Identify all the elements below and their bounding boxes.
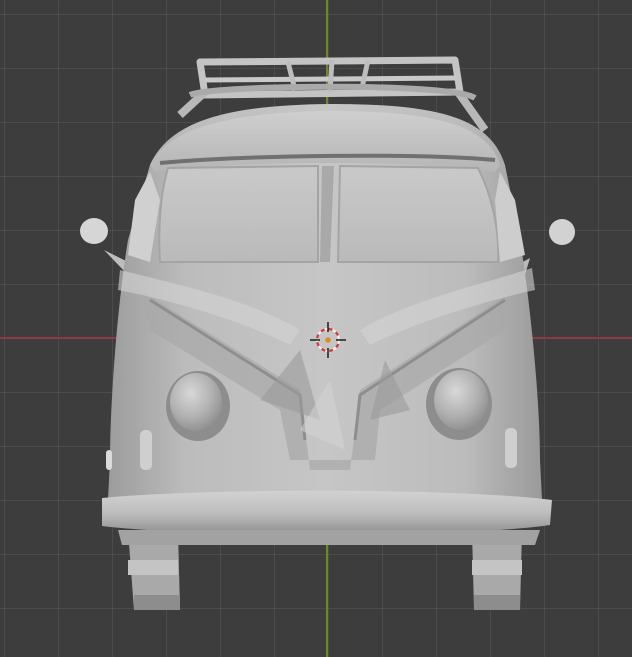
front-bumper — [102, 490, 552, 535]
windshield-left — [158, 164, 319, 263]
headlight-right — [426, 368, 492, 440]
windshield-right — [336, 164, 500, 263]
headlight-left — [166, 371, 230, 441]
3d-cursor-icon[interactable] — [310, 322, 346, 358]
3d-viewport[interactable] — [0, 0, 632, 657]
